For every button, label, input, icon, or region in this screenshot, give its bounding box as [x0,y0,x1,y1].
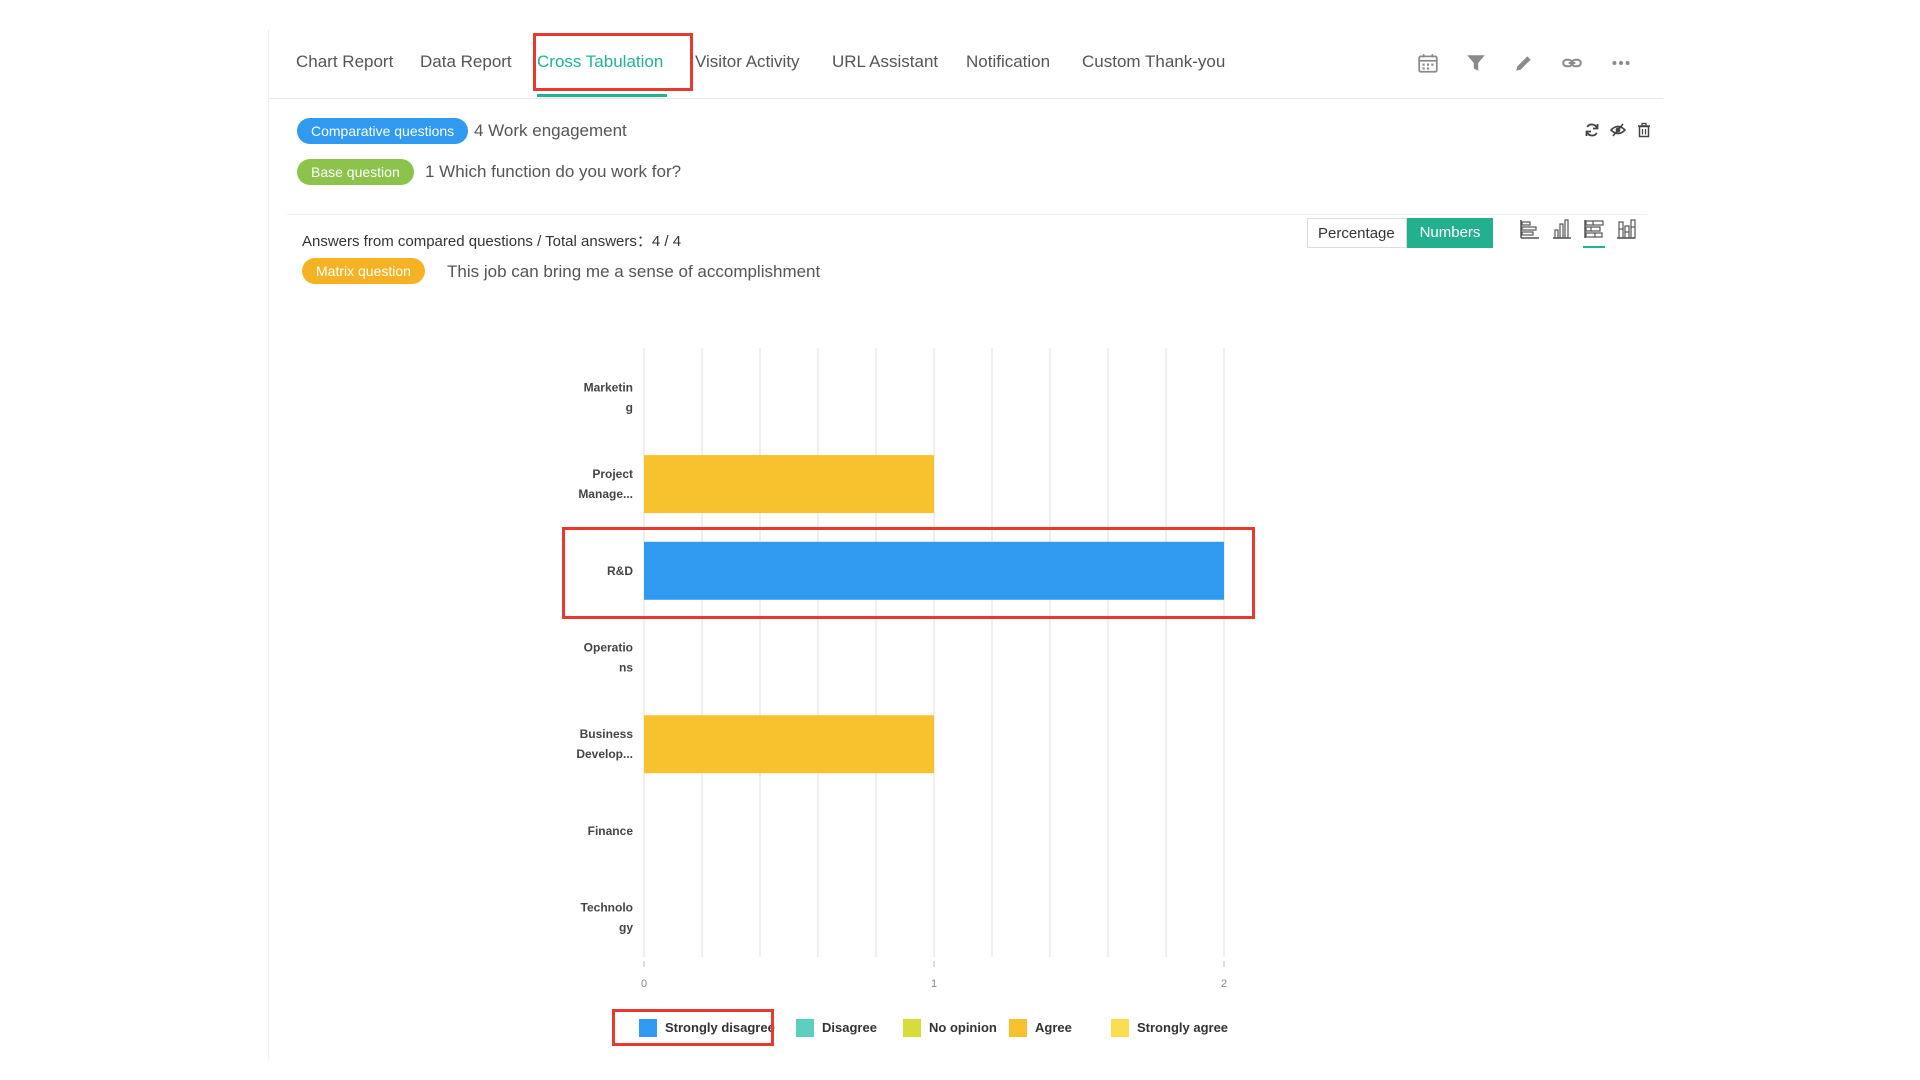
y-axis-label: Project [592,467,633,481]
x-tick-label: 2 [1221,978,1227,990]
legend-label: Strongly agree [1137,1020,1229,1035]
y-axis-label: Manage... [578,487,633,501]
legend-label: No opinion [929,1020,997,1035]
cross-tabulation-chart: 0 1 2 Marketin g Project Manage... R&D Operatio n… [576,348,1227,990]
y-axis-label: Business [580,727,634,741]
y-axis-label: R&D [607,564,633,578]
legend-label: Strongly disagree [665,1020,775,1035]
y-axis-label: ns [619,661,633,675]
y-axis-label: Operatio [584,641,633,655]
y-axis-label: Develop... [576,747,633,761]
legend-swatch [903,1018,921,1037]
bar [644,715,934,774]
legend-swatch [1111,1018,1129,1037]
y-axis-label: Technolo [581,901,633,915]
legend-swatch [796,1018,814,1037]
bar [644,541,1224,600]
x-tick-label: 1 [931,978,937,990]
legend-item[interactable]: Agree [1009,1016,1072,1040]
legend-item[interactable]: Disagree [796,1016,877,1040]
x-tick-label: 0 [641,978,647,990]
legend-item[interactable]: Strongly disagree [639,1016,775,1040]
report-panel: Chart Report Data Report Cross Tabulatio… [268,30,1663,1060]
y-axis-label: Marketin [584,380,633,394]
legend-item[interactable]: No opinion [903,1016,997,1040]
y-axis-label: g [626,400,633,414]
legend-swatch [1009,1018,1027,1037]
legend-label: Agree [1035,1020,1072,1035]
y-axis-label: gy [619,921,633,935]
legend-item[interactable]: Strongly agree [1111,1016,1228,1040]
legend-label: Disagree [822,1020,877,1035]
legend-swatch [639,1018,657,1037]
y-axis-label: Finance [588,824,634,838]
bar [644,455,934,514]
